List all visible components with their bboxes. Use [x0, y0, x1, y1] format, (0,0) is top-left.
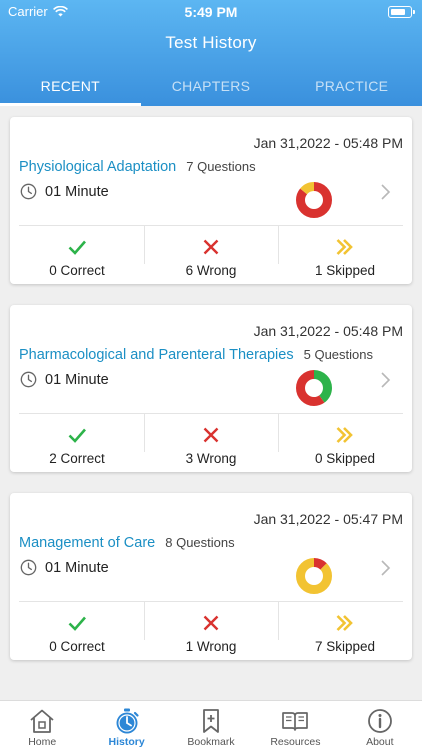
tabbar-history-label: History: [108, 736, 145, 748]
stat-skipped: 1 Skipped: [278, 226, 412, 284]
tabbar-about-label: About: [366, 736, 394, 748]
history-icon: [116, 708, 139, 734]
checkmark-icon: [68, 428, 86, 443]
battery-icon: [388, 6, 415, 18]
duration-label: 01 Minute: [45, 559, 109, 576]
chevron-right-icon[interactable]: [378, 369, 394, 391]
page-title: Test History: [165, 33, 257, 52]
clock-icon: [20, 183, 37, 200]
test-stats: 0 Correct 6 Wrong 1 Skipped: [10, 226, 412, 284]
skip-forward-icon: [336, 615, 353, 631]
tabbar-history[interactable]: History: [84, 701, 168, 750]
segment-tabs: RECENT CHAPTERS PRACTICE: [0, 70, 422, 106]
cross-icon: [203, 427, 219, 443]
test-card[interactable]: Jan 31,2022 - 05:47 PM Management of Car…: [10, 493, 412, 660]
test-subject-row: Pharmacological and Parenteral Therapies…: [19, 347, 373, 363]
wrong-count: 1 Wrong: [185, 639, 237, 654]
test-subject: Physiological Adaptation: [19, 159, 177, 175]
bookmark-icon: [203, 709, 219, 733]
result-donut-chart: [296, 182, 332, 218]
duration-label: 01 Minute: [45, 371, 109, 388]
checkmark-icon: [68, 240, 86, 255]
test-stats: 0 Correct 1 Wrong 7 Skipped: [10, 602, 412, 660]
test-card[interactable]: Jan 31,2022 - 05:48 PM Physiological Ada…: [10, 117, 412, 284]
stat-wrong: 6 Wrong: [144, 226, 278, 284]
skipped-count: 0 Skipped: [314, 451, 376, 466]
chevron-right-icon[interactable]: [378, 557, 394, 579]
tabbar-bookmark[interactable]: Bookmark: [169, 701, 253, 750]
question-count: 8 Questions: [165, 535, 235, 550]
stat-correct: 0 Correct: [10, 226, 144, 284]
status-time: 5:49 PM: [184, 4, 238, 20]
correct-count: 0 Correct: [49, 263, 105, 278]
cross-icon: [203, 615, 219, 631]
tabbar-home-label: Home: [28, 736, 57, 748]
question-count: 5 Questions: [303, 347, 373, 362]
clock-icon: [20, 371, 37, 388]
stat-skipped: 0 Skipped: [278, 414, 412, 472]
test-duration: 01 Minute: [20, 559, 109, 576]
test-subject-row: Management of Care 8 Questions: [19, 535, 235, 551]
test-stats: 2 Correct 3 Wrong 0 Skipped: [10, 414, 412, 472]
stat-wrong: 1 Wrong: [144, 602, 278, 660]
test-subject-row: Physiological Adaptation 7 Questions: [19, 159, 256, 175]
tabbar-about[interactable]: About: [338, 701, 422, 750]
about-icon: [367, 709, 392, 733]
tabbar-bookmark-label: Bookmark: [187, 736, 235, 748]
tab-practice[interactable]: PRACTICE: [281, 70, 422, 106]
test-date: Jan 31,2022 - 05:47 PM: [253, 511, 403, 527]
tabbar-resources-label: Resources: [270, 736, 321, 748]
result-donut-chart: [296, 558, 332, 594]
test-duration: 01 Minute: [20, 183, 109, 200]
tabbar-home[interactable]: Home: [0, 701, 84, 750]
bottom-tab-bar: Home History Bookmark Resources About: [0, 700, 422, 750]
tab-chapters[interactable]: CHAPTERS: [141, 70, 282, 106]
resources-icon: [282, 712, 309, 731]
wrong-count: 3 Wrong: [185, 451, 237, 466]
cross-icon: [203, 239, 219, 255]
clock-icon: [20, 559, 37, 576]
chevron-right-icon[interactable]: [378, 181, 394, 203]
test-card[interactable]: Jan 31,2022 - 05:48 PM Pharmacological a…: [10, 305, 412, 472]
test-subject: Pharmacological and Parenteral Therapies: [19, 347, 294, 363]
test-subject: Management of Care: [19, 535, 156, 551]
wrong-count: 6 Wrong: [185, 263, 237, 278]
checkmark-icon: [68, 616, 86, 631]
duration-label: 01 Minute: [45, 183, 109, 200]
result-donut-chart: [296, 370, 332, 406]
skipped-count: 7 Skipped: [314, 639, 376, 654]
stat-correct: 2 Correct: [10, 414, 144, 472]
app-header: Carrier 5:49 PM Test History RECENT CHAP…: [0, 0, 422, 106]
stat-correct: 0 Correct: [10, 602, 144, 660]
skip-forward-icon: [336, 239, 353, 255]
stat-wrong: 3 Wrong: [144, 414, 278, 472]
skip-forward-icon: [336, 427, 353, 443]
correct-count: 2 Correct: [49, 451, 105, 466]
question-count: 7 Questions: [186, 159, 256, 174]
correct-count: 0 Correct: [49, 639, 105, 654]
test-duration: 01 Minute: [20, 371, 109, 388]
stat-skipped: 7 Skipped: [278, 602, 412, 660]
home-icon: [30, 709, 54, 733]
tabbar-resources[interactable]: Resources: [253, 701, 337, 750]
test-date: Jan 31,2022 - 05:48 PM: [253, 323, 403, 339]
skipped-count: 1 Skipped: [314, 263, 376, 278]
status-bar: Carrier 5:49 PM: [0, 0, 422, 24]
test-date: Jan 31,2022 - 05:48 PM: [253, 135, 403, 151]
tab-recent[interactable]: RECENT: [0, 70, 141, 106]
